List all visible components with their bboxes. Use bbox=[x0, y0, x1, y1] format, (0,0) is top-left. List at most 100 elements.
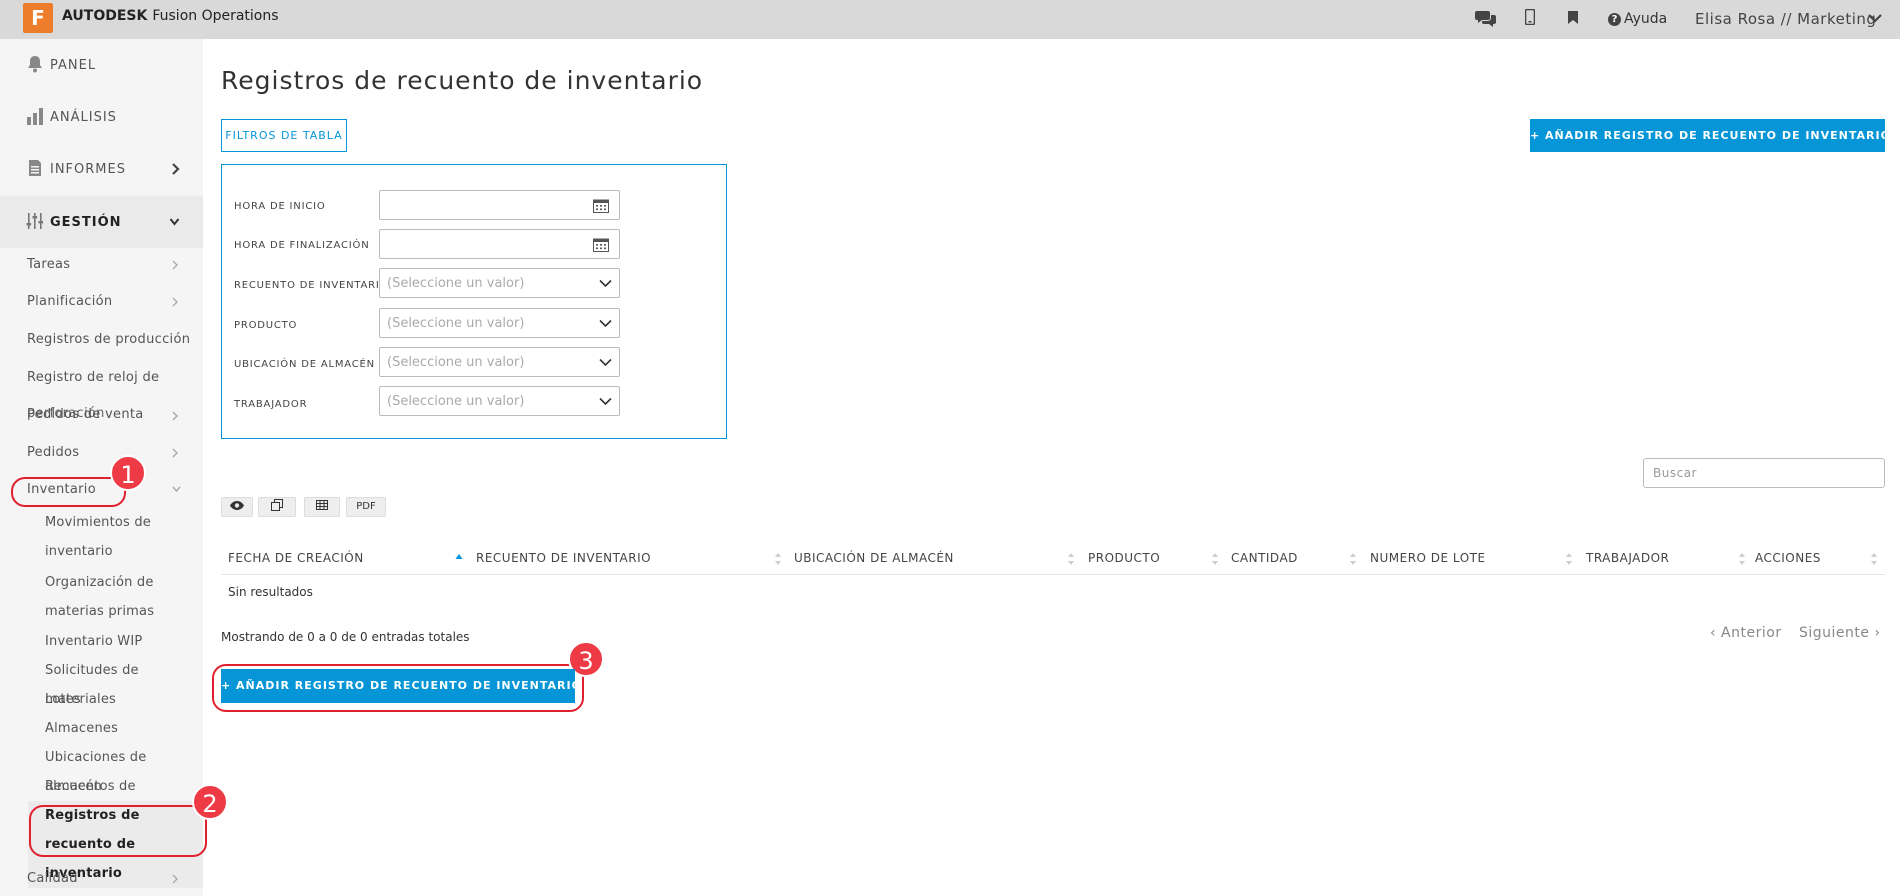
column-header[interactable]: TRABAJADOR bbox=[1586, 551, 1669, 565]
sort-icon[interactable] bbox=[1870, 552, 1878, 566]
table-header-divider bbox=[221, 574, 1885, 575]
sliders-icon bbox=[26, 212, 46, 232]
chevron-right-icon bbox=[172, 448, 178, 458]
chevron-down-icon[interactable] bbox=[1866, 11, 1884, 25]
table-filters-button[interactable]: FILTROS DE TABLA bbox=[221, 119, 347, 152]
chevron-down-icon bbox=[599, 319, 612, 328]
sidebar-item-label: INFORMES bbox=[50, 161, 126, 177]
chevron-right-icon bbox=[172, 411, 178, 421]
help-link[interactable]: ? Ayuda bbox=[1608, 11, 1667, 27]
calendar-icon[interactable] bbox=[593, 198, 609, 213]
sidebar-inventory-item[interactable]: Organización de materias primas bbox=[45, 568, 203, 626]
sidebar-inventory-item[interactable]: Almacenes bbox=[45, 714, 203, 743]
sort-icon[interactable] bbox=[774, 552, 782, 566]
filter-location-label: UBICACIÓN DE ALMACÉN bbox=[234, 359, 375, 370]
filters-panel: HORA DE INICIO HORA DE FINALIZACIÓN RECU… bbox=[221, 164, 727, 439]
brand-product: Fusion Operations bbox=[152, 8, 279, 24]
chat-icon[interactable] bbox=[1475, 9, 1496, 29]
start-time-field[interactable] bbox=[379, 190, 620, 220]
sidebar-item-label: PANEL bbox=[50, 57, 97, 73]
sidebar-item-informes[interactable]: INFORMES bbox=[0, 143, 203, 195]
copy-button[interactable] bbox=[258, 497, 296, 517]
next-page-link[interactable]: Siguiente › bbox=[1799, 625, 1881, 641]
column-header[interactable]: CANTIDAD bbox=[1231, 551, 1298, 565]
sidebar-sub-registro-reloj[interactable]: Registro de reloj de bbox=[27, 370, 159, 385]
chevron-right-icon bbox=[172, 297, 178, 307]
previous-page-link[interactable]: ‹ Anterior bbox=[1710, 625, 1782, 641]
highlight-ring-1 bbox=[11, 477, 126, 507]
sidebar-sub-calidad[interactable]: Calidad bbox=[27, 871, 78, 886]
sidebar-item-analisis[interactable]: ANÁLISIS bbox=[0, 91, 203, 143]
select-placeholder: (Seleccione un valor) bbox=[387, 316, 525, 331]
copy-icon bbox=[271, 499, 283, 511]
warehouse-location-select[interactable]: (Seleccione un valor) bbox=[379, 347, 620, 377]
end-time-field[interactable] bbox=[379, 229, 620, 259]
entries-summary: Mostrando de 0 a 0 de 0 entradas totales bbox=[221, 630, 470, 644]
inventory-count-select[interactable]: (Seleccione un valor) bbox=[379, 268, 620, 298]
brand-name: AUTODESK Fusion Operations bbox=[62, 8, 279, 24]
top-bar: F AUTODESK Fusion Operations ? Ayuda Elisa… bbox=[0, 0, 1900, 39]
sidebar-sub-pedidos-venta[interactable]: Pedidos de venta bbox=[27, 407, 144, 422]
filter-worker-label: TRABAJADOR bbox=[234, 399, 308, 410]
add-record-button-bottom[interactable]: + AÑADIR REGISTRO DE RECUENTO DE INVENTA… bbox=[221, 669, 581, 703]
bell-icon bbox=[26, 55, 46, 75]
sidebar-inventory-item[interactable]: Lotes bbox=[45, 685, 203, 714]
document-icon bbox=[26, 159, 46, 179]
app-logo[interactable]: F bbox=[23, 3, 53, 33]
chevron-right-icon bbox=[172, 260, 178, 270]
worker-select[interactable]: (Seleccione un valor) bbox=[379, 386, 620, 416]
empty-table-message: Sin resultados bbox=[228, 585, 313, 599]
step-badge-2: 2 bbox=[192, 784, 228, 820]
sidebar-item-label: GESTIÓN bbox=[50, 214, 122, 230]
sidebar-sub-registros-produccion[interactable]: Registros de producción bbox=[27, 332, 190, 347]
sidebar-item-label: ANÁLISIS bbox=[50, 109, 117, 125]
product-select[interactable]: (Seleccione un valor) bbox=[379, 308, 620, 338]
user-menu[interactable]: Elisa Rosa // Marketing bbox=[1695, 10, 1876, 28]
chevron-down-icon bbox=[172, 486, 181, 493]
highlight-ring-2 bbox=[29, 805, 207, 857]
help-icon: ? bbox=[1608, 13, 1621, 26]
sidebar: PANEL ANÁLISIS INFORMES GESTIÓN Tareas P… bbox=[0, 39, 203, 896]
column-header[interactable]: FECHA DE CREACIÓN bbox=[228, 551, 364, 565]
page-title: Registros de recuento de inventario bbox=[221, 66, 704, 95]
column-header[interactable]: PRODUCTO bbox=[1088, 551, 1160, 565]
column-header[interactable]: UBICACIÓN DE ALMACÉN bbox=[794, 551, 954, 565]
sort-asc-icon[interactable] bbox=[455, 552, 463, 566]
filter-product-label: PRODUCTO bbox=[234, 320, 298, 331]
chevron-down-icon bbox=[599, 397, 612, 406]
sidebar-item-gestion[interactable]: GESTIÓN bbox=[0, 196, 203, 248]
export-pdf-button[interactable]: PDF bbox=[346, 497, 386, 517]
column-header[interactable]: NUMERO DE LOTE bbox=[1370, 551, 1486, 565]
sidebar-inventory-item[interactable]: Inventario WIP bbox=[45, 627, 203, 656]
eye-icon bbox=[230, 501, 244, 510]
bar-chart-icon bbox=[26, 107, 46, 127]
select-placeholder: (Seleccione un valor) bbox=[387, 355, 525, 370]
sort-icon[interactable] bbox=[1738, 552, 1746, 566]
sidebar-sub-planificacion[interactable]: Planificación bbox=[27, 294, 112, 309]
chevron-down-icon bbox=[599, 279, 612, 288]
sort-icon[interactable] bbox=[1349, 552, 1357, 566]
filter-count-label: RECUENTO DE INVENTARIO bbox=[234, 280, 389, 291]
chevron-down-icon bbox=[599, 358, 612, 367]
sidebar-sub-tareas[interactable]: Tareas bbox=[27, 257, 70, 272]
add-record-button[interactable]: + AÑADIR REGISTRO DE RECUENTO DE INVENTA… bbox=[1530, 119, 1890, 152]
column-header[interactable]: ACCIONES bbox=[1755, 551, 1821, 565]
bookmark-icon[interactable] bbox=[1563, 9, 1583, 29]
help-label: Ayuda bbox=[1624, 11, 1668, 27]
sort-icon[interactable] bbox=[1211, 552, 1219, 566]
sidebar-item-panel[interactable]: PANEL bbox=[0, 39, 203, 91]
select-placeholder: (Seleccione un valor) bbox=[387, 394, 525, 409]
sort-icon[interactable] bbox=[1067, 552, 1075, 566]
column-header[interactable]: RECUENTO DE INVENTARIO bbox=[476, 551, 651, 565]
search-placeholder: Buscar bbox=[1653, 466, 1697, 480]
column-visibility-button[interactable] bbox=[221, 497, 253, 517]
export-excel-button[interactable] bbox=[304, 497, 340, 517]
mobile-icon[interactable] bbox=[1520, 8, 1540, 29]
calendar-icon[interactable] bbox=[593, 237, 609, 252]
chevron-right-icon bbox=[172, 874, 178, 884]
filter-start-label: HORA DE INICIO bbox=[234, 201, 326, 212]
sidebar-inventory-item[interactable]: Movimientos de inventario bbox=[45, 508, 203, 566]
sidebar-sub-pedidos[interactable]: Pedidos bbox=[27, 445, 79, 460]
sort-icon[interactable] bbox=[1565, 552, 1573, 566]
search-input[interactable]: Buscar bbox=[1643, 458, 1885, 488]
